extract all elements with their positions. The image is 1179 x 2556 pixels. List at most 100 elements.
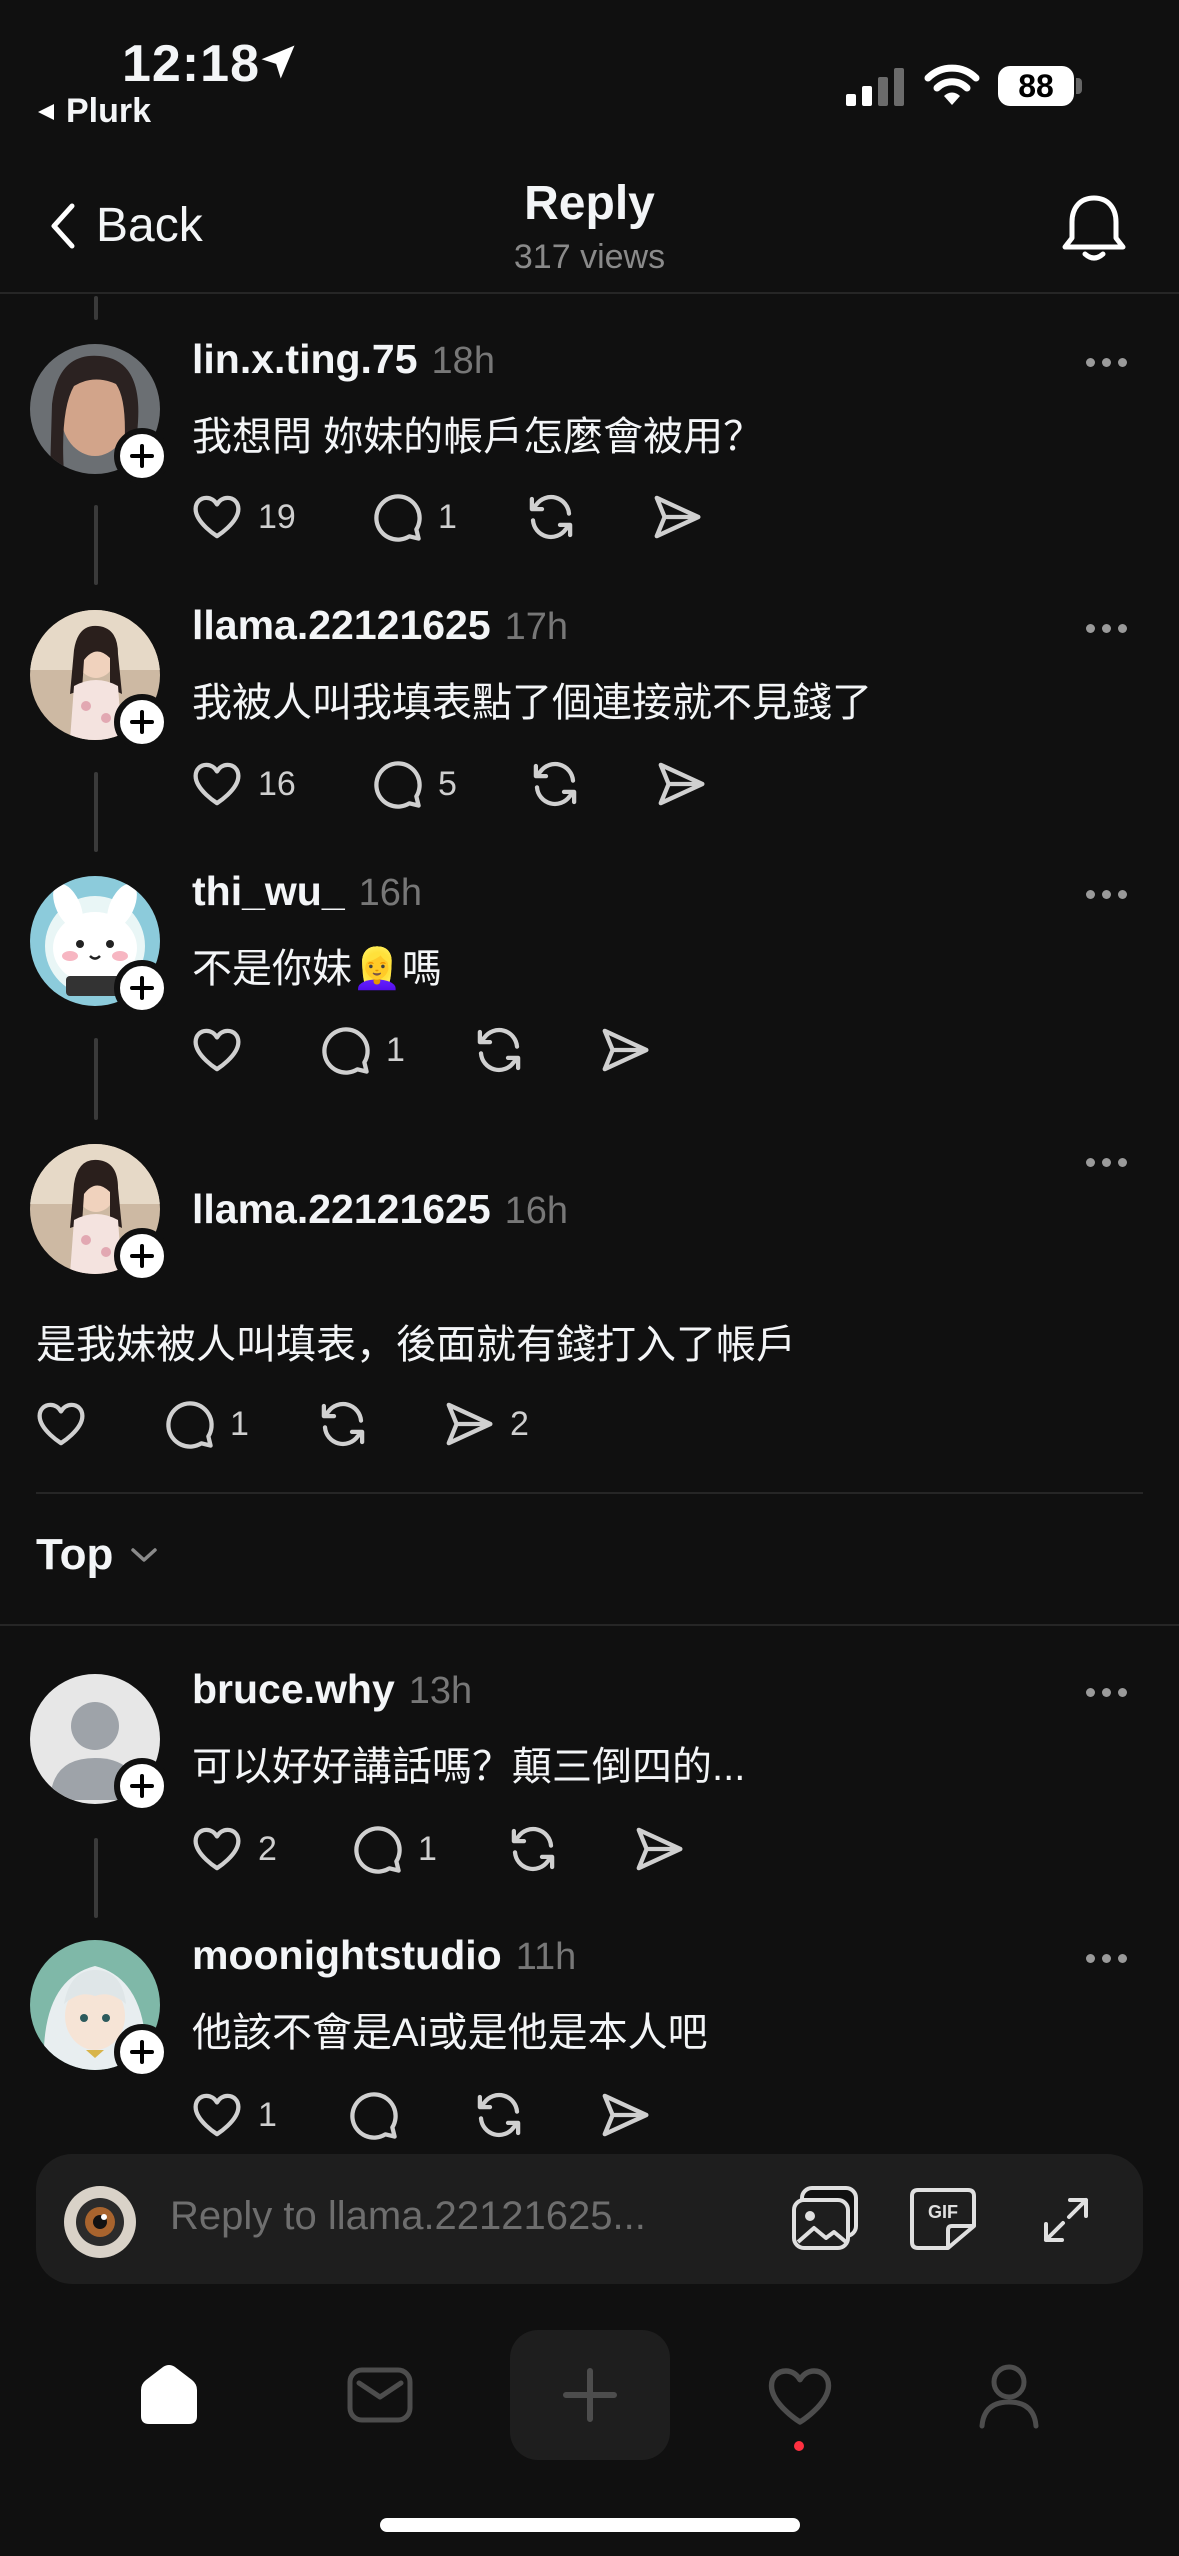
- reply-count: 1: [230, 1404, 249, 1443]
- heart-icon: [193, 1827, 241, 1871]
- send-icon: [602, 1028, 649, 1072]
- reply-button[interactable]: 1: [162, 1397, 249, 1451]
- comment-icon: [374, 761, 422, 809]
- wifi-icon: [924, 62, 980, 106]
- reply-count: 1: [438, 497, 457, 536]
- post-time: 16h: [358, 872, 423, 914]
- image-icon[interactable]: [790, 2186, 860, 2252]
- reply-input[interactable]: Reply to llama.22121625...: [170, 2194, 646, 2239]
- more-options-icon[interactable]: [1086, 1158, 1127, 1167]
- back-app-label: Plurk: [66, 92, 152, 130]
- heart-icon: [193, 1028, 241, 1072]
- reply-button[interactable]: 5: [370, 757, 457, 811]
- repost-button[interactable]: [528, 757, 582, 811]
- tab-profile[interactable]: [944, 2330, 1074, 2460]
- like-count: 16: [258, 764, 296, 803]
- bell-icon[interactable]: [1060, 192, 1128, 264]
- repost-icon: [477, 2092, 521, 2138]
- more-options-icon[interactable]: [1086, 1688, 1127, 1697]
- post-header: thi_wu_ 16h: [192, 868, 422, 915]
- like-button[interactable]: 19: [190, 490, 296, 544]
- cellular-signal-icon: [846, 68, 904, 106]
- repost-button[interactable]: [316, 1397, 370, 1451]
- share-button[interactable]: 2: [442, 1397, 529, 1451]
- location-arrow-icon: [256, 40, 300, 84]
- username[interactable]: thi_wu_: [192, 868, 345, 915]
- post-header: lin.x.ting.75 18h: [192, 336, 495, 383]
- like-count: 2: [258, 1829, 277, 1868]
- share-button[interactable]: [598, 1023, 666, 1077]
- like-button[interactable]: 2: [190, 1822, 277, 1876]
- follow-button[interactable]: [114, 694, 170, 750]
- follow-button[interactable]: [114, 960, 170, 1016]
- repost-button[interactable]: [524, 490, 578, 544]
- gif-icon[interactable]: GIF: [908, 2186, 978, 2252]
- heart-icon: [193, 495, 241, 539]
- post-time: 16h: [504, 1190, 569, 1232]
- home-icon: [141, 2365, 197, 2424]
- post-text: 他該不會是Ai或是他是本人吧: [192, 2011, 708, 2055]
- follow-button[interactable]: [114, 1758, 170, 1814]
- more-options-icon[interactable]: [1086, 624, 1127, 633]
- profile-icon: [979, 2364, 1039, 2429]
- chevron-down-icon: [131, 1548, 158, 1562]
- more-options-icon[interactable]: [1086, 890, 1127, 899]
- expand-icon[interactable]: [1038, 2192, 1094, 2248]
- follow-button[interactable]: [114, 428, 170, 484]
- username[interactable]: lin.x.ting.75: [192, 336, 418, 383]
- username[interactable]: moonightstudio: [192, 1932, 502, 1979]
- reply-button[interactable]: 1: [370, 490, 457, 544]
- like-button[interactable]: [34, 1397, 102, 1451]
- repost-button[interactable]: [506, 1822, 560, 1876]
- send-icon: [636, 1827, 683, 1871]
- post-time: 17h: [504, 606, 569, 648]
- follow-button[interactable]: [114, 2024, 170, 2080]
- reply-count: 5: [438, 764, 457, 803]
- comment-icon: [354, 1826, 402, 1874]
- like-button[interactable]: 1: [190, 2088, 277, 2142]
- send-icon: [602, 2093, 649, 2137]
- share-button[interactable]: [632, 1822, 700, 1876]
- reply-button[interactable]: 1: [350, 1822, 437, 1876]
- header-divider: [0, 292, 1179, 294]
- like-count: 1: [258, 2095, 277, 2134]
- post-text-start: 不是你妹: [192, 947, 352, 991]
- sort-dropdown[interactable]: Top: [36, 1530, 159, 1580]
- username[interactable]: llama.22121625: [192, 602, 491, 649]
- back-triangle-icon: [38, 103, 54, 120]
- like-button[interactable]: [190, 1023, 258, 1077]
- post-text: 是我妹被人叫填表，後面就有錢打入了帳戶: [36, 1323, 796, 1367]
- heart-icon: [193, 762, 241, 806]
- like-button[interactable]: 16: [190, 757, 296, 811]
- post-text: 可以好好講話嗎？顛三倒四的...: [192, 1745, 746, 1789]
- tab-create[interactable]: [510, 2330, 670, 2460]
- reply-button[interactable]: 1: [318, 1023, 405, 1077]
- repost-button[interactable]: [472, 2088, 526, 2142]
- more-options-icon[interactable]: [1086, 358, 1127, 367]
- reply-button[interactable]: [346, 2088, 414, 2142]
- page-title: Reply: [524, 177, 655, 230]
- repost-icon: [533, 761, 577, 807]
- tab-home[interactable]: [104, 2330, 234, 2460]
- share-button[interactable]: [654, 757, 722, 811]
- plus-icon: [130, 1244, 154, 1268]
- username[interactable]: llama.22121625: [192, 1186, 491, 1233]
- username[interactable]: bruce.why: [192, 1666, 395, 1713]
- plus-icon: [130, 2040, 154, 2064]
- more-options-icon[interactable]: [1086, 1954, 1127, 1963]
- share-button[interactable]: [598, 2088, 666, 2142]
- like-count: 19: [258, 497, 296, 536]
- comment-icon: [350, 2092, 398, 2140]
- plus-icon: [130, 444, 154, 468]
- back-to-app-link[interactable]: Plurk: [36, 92, 151, 131]
- home-indicator[interactable]: [380, 2518, 800, 2532]
- share-button[interactable]: [650, 490, 718, 544]
- repost-button[interactable]: [472, 1023, 526, 1077]
- repost-icon: [511, 1826, 555, 1872]
- my-avatar: [64, 2186, 136, 2258]
- comment-icon: [322, 1027, 370, 1075]
- tab-inbox[interactable]: [315, 2330, 445, 2460]
- plus-icon: [130, 976, 154, 1000]
- blonde-woman-emoji: 👱‍♀️: [352, 947, 402, 991]
- follow-button[interactable]: [114, 1228, 170, 1284]
